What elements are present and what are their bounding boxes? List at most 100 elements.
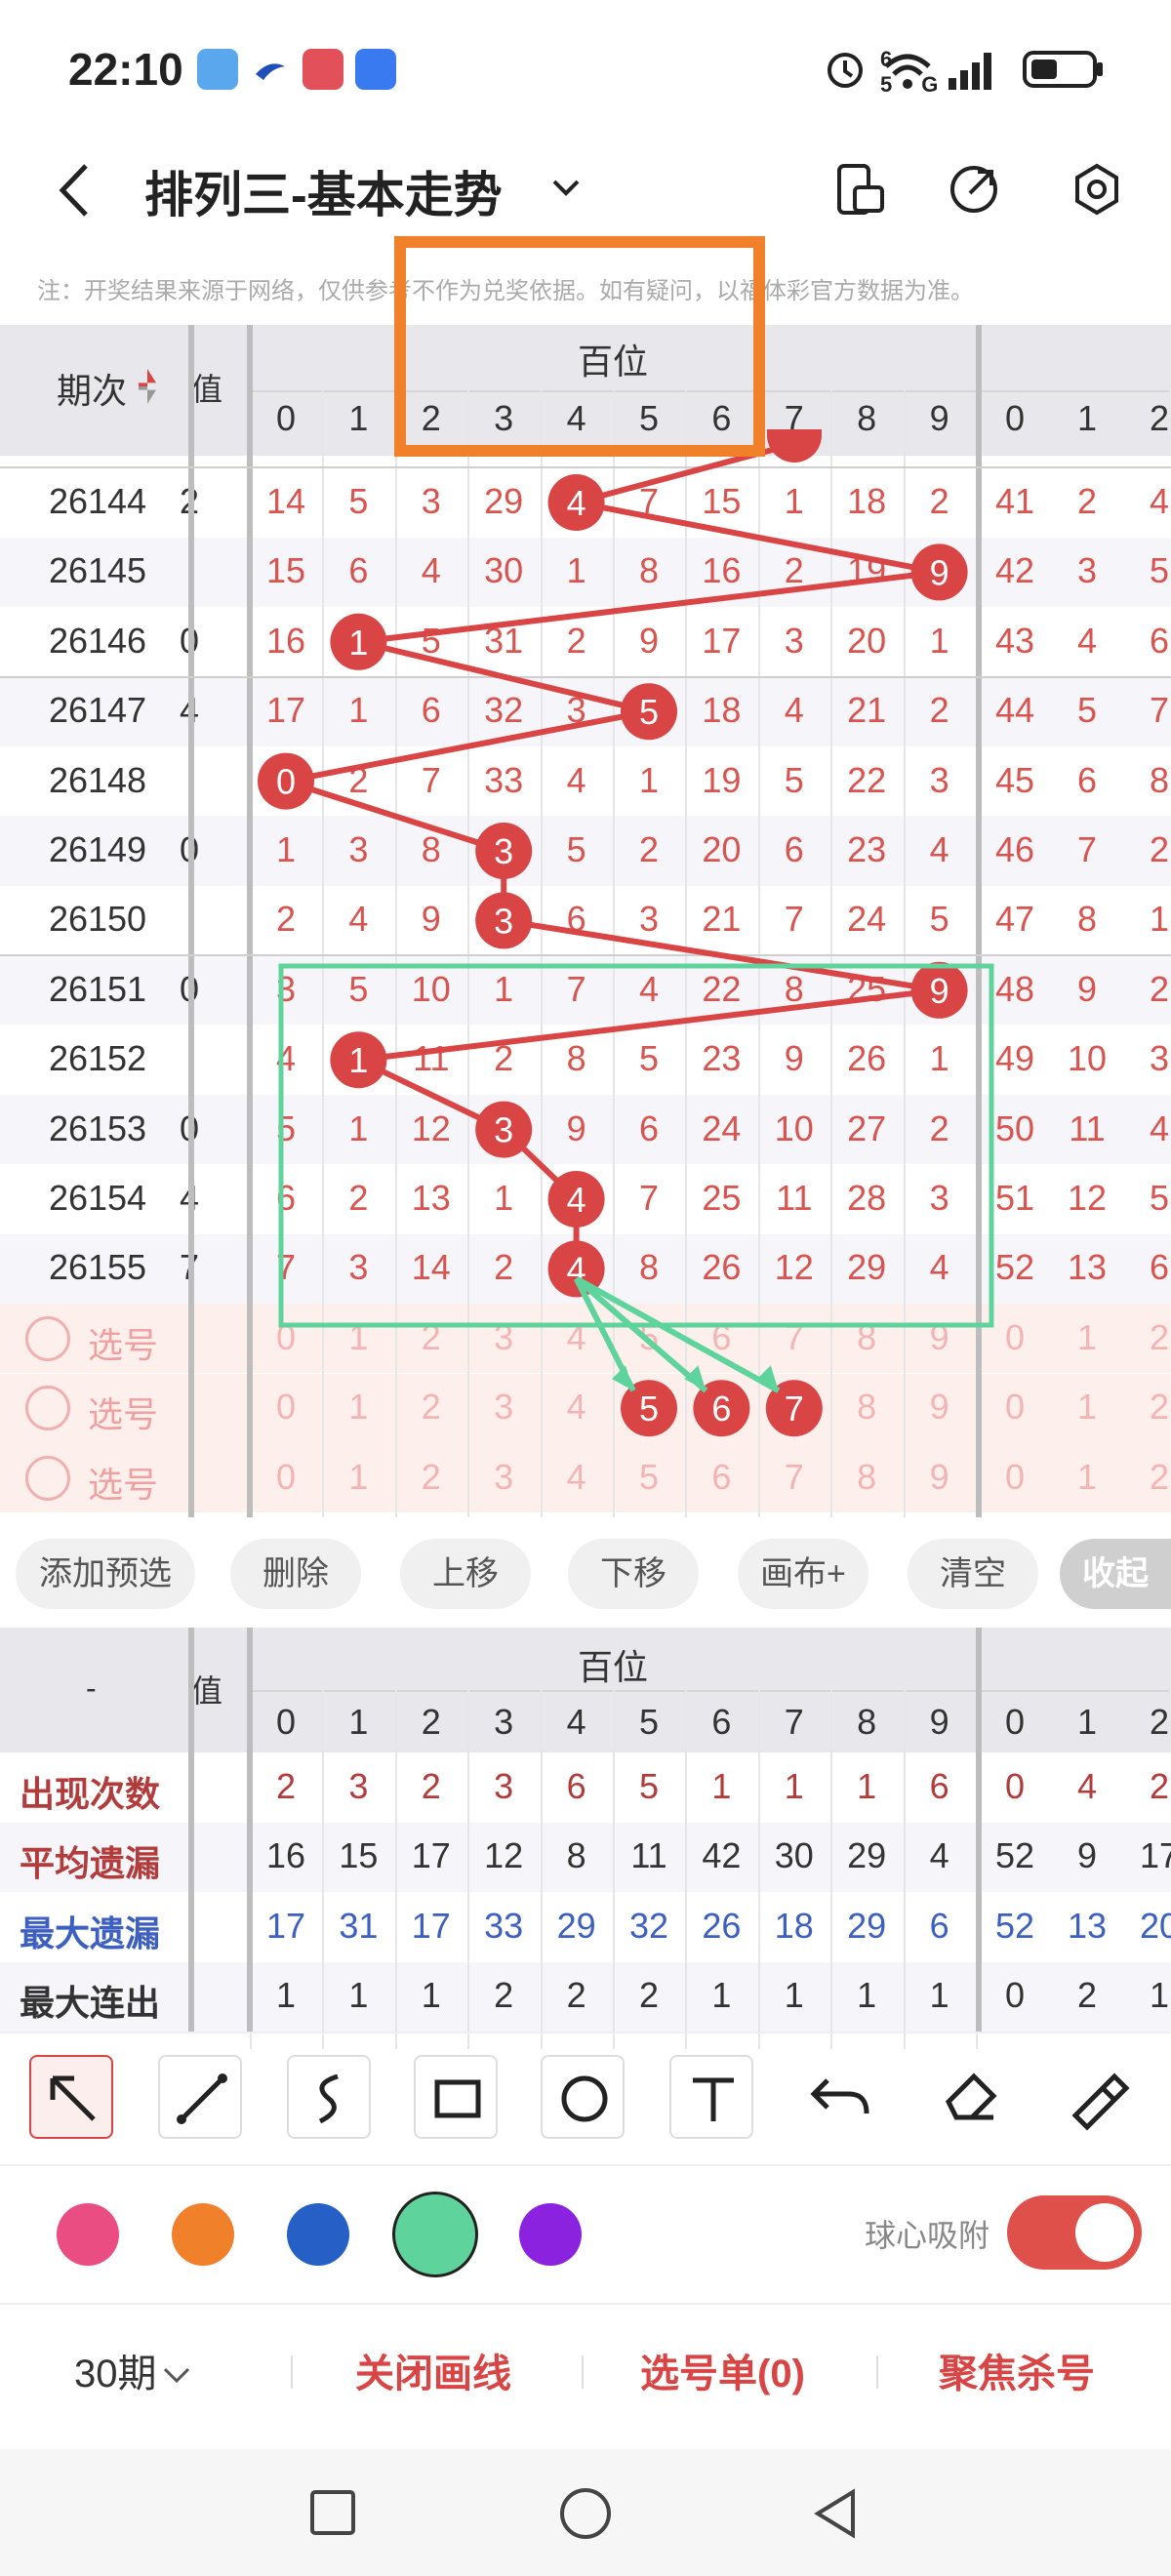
stats-cell: 2 <box>494 1975 514 2016</box>
stats-cell: 16 <box>265 1835 306 1876</box>
period-label: 30期 <box>74 2353 157 2395</box>
stats-cell: 33 <box>484 1905 524 1946</box>
color-purple-swatch[interactable] <box>519 2203 582 2266</box>
recent-apps-icon[interactable] <box>308 2488 357 2537</box>
stats-cell: 18 <box>774 1905 814 1946</box>
tab-divider <box>876 2355 878 2389</box>
stats-value-header: 值 <box>191 1673 223 1709</box>
winning-ball-number: 1 <box>348 623 368 663</box>
brush-clear-icon[interactable] <box>1056 2059 1140 2133</box>
stats-cell: 6 <box>566 1766 586 1806</box>
stats-cell: 15 <box>339 1835 379 1876</box>
snap-toggle[interactable] <box>1007 2195 1142 2270</box>
stats-cell: 31 <box>339 1905 379 1946</box>
winning-ball-number: 3 <box>494 831 513 871</box>
action-button[interactable]: 收起 <box>1060 1539 1171 1609</box>
stats-cell: 1 <box>275 1975 297 2016</box>
stats-cell: 4 <box>929 1835 949 1876</box>
winning-ball-number: 1 <box>348 1040 368 1080</box>
stats-cell: 4 <box>1076 1766 1098 1806</box>
stats-cell: 0 <box>1004 1766 1026 1806</box>
stats-cell: 1 <box>348 1975 369 2016</box>
close-drawing-button[interactable]: 关闭画线 <box>355 2342 511 2398</box>
color-blue-swatch[interactable] <box>287 2203 349 2266</box>
color-pink-swatch[interactable] <box>57 2203 119 2266</box>
text-tool-button[interactable] <box>669 2055 753 2139</box>
winning-ball-number: 9 <box>930 971 949 1011</box>
digit-header: 1 <box>1076 1702 1098 1742</box>
stats-cell: 1 <box>857 1975 877 2016</box>
stats-cell: 3 <box>494 1766 514 1806</box>
stats-cell: 1 <box>784 1975 804 2016</box>
stats-cell: 30 <box>774 1835 814 1876</box>
color-orange-swatch[interactable] <box>172 2203 234 2266</box>
column-line <box>903 1690 906 2049</box>
focus-kill-button[interactable]: 聚焦杀号 <box>939 2342 1095 2398</box>
stats-cell: 52 <box>994 1835 1035 1876</box>
period-selector[interactable]: 30期 <box>74 2342 196 2398</box>
digit-header: 8 <box>857 1702 877 1742</box>
color-green-swatch[interactable] <box>392 2192 478 2277</box>
pick-list-button[interactable]: 选号单(0) <box>640 2342 805 2398</box>
stats-cell: 9 <box>1076 1835 1098 1876</box>
action-button[interactable]: 上移 <box>400 1539 531 1609</box>
stats-cell: 26 <box>702 1905 742 1946</box>
stats-cell: 32 <box>628 1905 669 1946</box>
digit-header: 5 <box>638 1702 660 1742</box>
rectangle-tool-button[interactable] <box>414 2055 498 2139</box>
column-divider <box>247 1628 253 2033</box>
system-nav-bar <box>0 2449 1171 2576</box>
stats-cell: 17 <box>265 1905 306 1946</box>
digit-header: 4 <box>566 1702 586 1742</box>
arrow-tool-button[interactable] <box>29 2055 113 2139</box>
winning-ball-number: 3 <box>494 901 513 941</box>
action-button[interactable]: 清空 <box>908 1539 1038 1609</box>
column-divider <box>188 1628 194 2033</box>
stats-cell: 0 <box>1004 1975 1026 2016</box>
arrow-head <box>684 1365 707 1391</box>
snap-label: 球心吸附 <box>865 2218 990 2253</box>
digit-header: 0 <box>1004 1702 1026 1742</box>
stats-cell: 13 <box>1067 1905 1108 1946</box>
stats-cell: 6 <box>929 1905 949 1946</box>
eraser-icon[interactable] <box>929 2059 1013 2133</box>
action-button[interactable]: 下移 <box>568 1539 699 1609</box>
stats-cell: 2 <box>638 1975 660 2016</box>
stats-cell: 17 <box>411 1835 451 1876</box>
undo-icon[interactable] <box>800 2063 884 2131</box>
stats-row-label: 平均遗漏 <box>20 1843 161 1884</box>
stats-cell: 29 <box>847 1905 887 1946</box>
tab-divider <box>291 2355 293 2389</box>
circle-tool-button[interactable] <box>541 2055 625 2139</box>
drawn-orange-rectangle <box>394 236 765 457</box>
line-tool-button[interactable] <box>158 2055 242 2139</box>
stats-cell: 42 <box>702 1835 742 1876</box>
stats-cell: 1 <box>784 1766 804 1806</box>
curve-tool-button[interactable] <box>287 2055 371 2139</box>
home-icon[interactable] <box>558 2486 613 2541</box>
winning-ball-number: 4 <box>567 483 586 523</box>
stats-cell: 20 <box>1139 1905 1171 1946</box>
winning-ball-number: 9 <box>930 552 949 592</box>
digit-header: 0 <box>275 1702 297 1742</box>
drawn-green-rectangle <box>278 963 994 1328</box>
column-line <box>830 1690 833 2049</box>
action-button[interactable]: 画布+ <box>738 1539 868 1609</box>
stats-cell: 1 <box>1149 1975 1170 2016</box>
stats-cell: 1 <box>857 1766 877 1806</box>
trend-line <box>285 441 941 1269</box>
stats-row-label: 最大遗漏 <box>20 1912 161 1953</box>
stats-cell: 17 <box>411 1905 451 1946</box>
stats-cell: 1 <box>421 1975 441 2016</box>
stats-cell: 2 <box>275 1766 297 1806</box>
action-button[interactable]: 删除 <box>230 1539 361 1609</box>
digit-header: 6 <box>711 1702 732 1742</box>
action-button[interactable]: 添加预选 <box>16 1539 195 1609</box>
stats-cell: 3 <box>348 1766 369 1806</box>
column-divider <box>976 1628 982 2033</box>
winning-ball-number: 5 <box>639 692 659 732</box>
back-nav-icon[interactable] <box>808 2486 863 2541</box>
stats-cell: 1 <box>711 1766 732 1806</box>
stats-row-label: 最大连出 <box>20 1983 161 2024</box>
stats-cell: 5 <box>638 1766 660 1806</box>
